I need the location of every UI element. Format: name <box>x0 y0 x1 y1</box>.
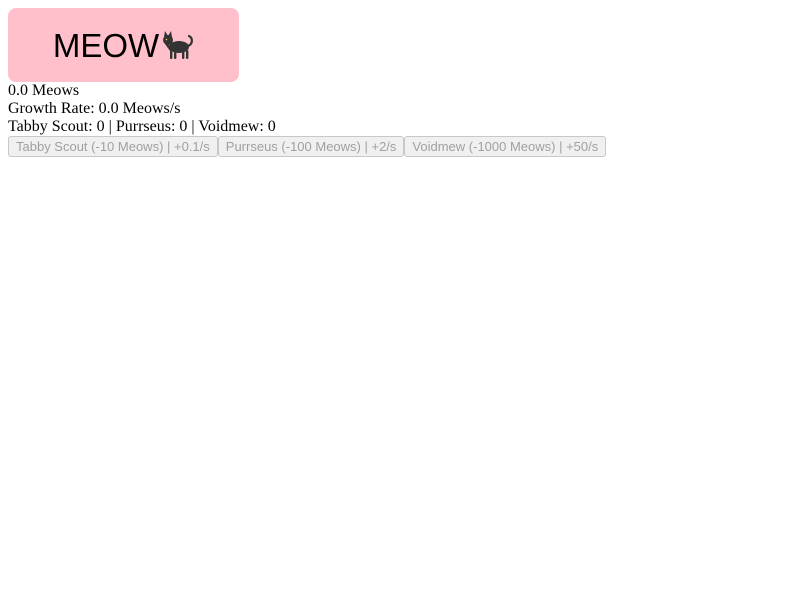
cat-counts: Tabby Scout: 0 | Purrseus: 0 | Voidmew: … <box>8 118 276 135</box>
growth-rate: Growth Rate: 0.0 Meows/s <box>8 100 181 117</box>
meow-button[interactable]: MEOW <box>8 8 239 82</box>
meow-count: 0.0 Meows <box>8 82 80 99</box>
meow-button-label: MEOW <box>52 26 160 64</box>
buy-tabby-scout-button[interactable]: Tabby Scout (-10 Meows) | +0.1/s <box>8 136 218 157</box>
cat-icon <box>160 30 194 60</box>
buy-purrseus-button[interactable]: Purrseus (-100 Meows) | +2/s <box>217 136 405 157</box>
buy-voidmew-button[interactable]: Voidmew (-1000 Meows) | +50/s <box>404 136 607 157</box>
upgrade-buttons: Tabby Scout (-10 Meows) | +0.1/s Purrseu… <box>8 136 792 157</box>
